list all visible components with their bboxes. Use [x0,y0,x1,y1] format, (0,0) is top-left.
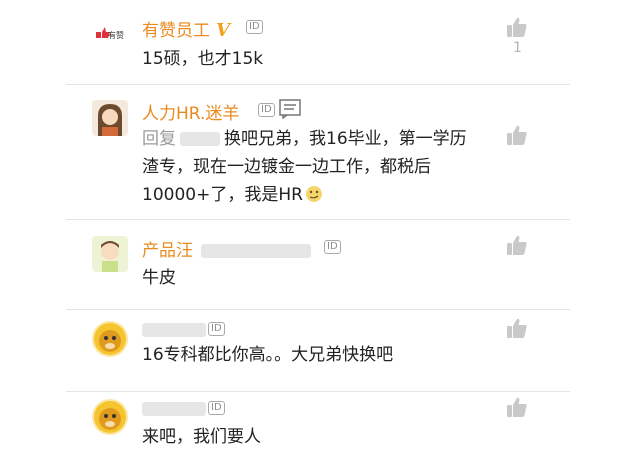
blurred-username [180,132,220,146]
youzan-logo-icon[interactable]: 有赞 [92,18,128,54]
comment-text: 来吧，我们要人 [142,427,261,447]
id-tag: ID [258,103,275,117]
like-count: 1 [513,40,522,56]
monkey-avatar-icon[interactable] [92,321,128,357]
thumbs-up-icon[interactable] [506,16,528,38]
comment-item: ID 来吧，我们要人 [66,391,570,463]
comment-item: 人力HR.迷羊 ID 回复 换吧兄弟，我16毕业，第一学历 渣专，现在一边镀金一边… [66,84,570,220]
cartoon-boy-avatar-icon[interactable] [92,236,128,272]
id-tag: ID [208,401,225,415]
blurred-username [201,244,311,258]
verified-badge: V [216,20,230,41]
cartoon-girl-avatar-icon[interactable] [92,100,128,136]
comment-text: 牛皮 [142,268,176,288]
left-margin [0,0,66,463]
comment-text: 16专科都比你高。。大兄弟快换吧 [142,345,394,365]
blurred-username[interactable] [142,323,206,337]
reply-prefix[interactable]: 回复 [142,129,176,149]
blurred-username[interactable] [142,402,206,416]
comment-text: 15硕，也才15k [142,49,264,69]
right-margin [570,0,640,463]
thumbs-up-icon[interactable] [506,317,528,339]
comment-item: 有赞 有赞员工 V ID 15硕，也才15k 1 [66,0,570,85]
smirk-emoji-icon [305,186,322,202]
id-tag: ID [324,240,341,254]
comment-item: ID 16专科都比你高。。大兄弟快换吧 [66,309,570,392]
thumbs-up-icon[interactable] [506,124,528,146]
id-tag: ID [246,20,263,34]
commenter-name[interactable]: 有赞员工 V [142,16,230,41]
thumbs-up-icon[interactable] [506,396,528,418]
commenter-name[interactable]: 人力HR.迷羊 [142,99,239,124]
thumbs-up-icon[interactable] [506,234,528,256]
message-icon[interactable] [279,99,301,119]
id-tag: ID [208,322,225,336]
commenter-name[interactable]: 产品汪 [142,236,311,261]
comment-list: 有赞 有赞员工 V ID 15硕，也才15k 1 人力HR.迷羊 ID 回复 换… [66,0,570,463]
monkey-avatar-icon[interactable] [92,399,128,435]
comment-text: 回复 换吧兄弟，我16毕业，第一学历 渣专，现在一边镀金一边工作，都税后 1000… [142,129,467,205]
comment-item: 产品汪 ID 牛皮 [66,219,570,310]
